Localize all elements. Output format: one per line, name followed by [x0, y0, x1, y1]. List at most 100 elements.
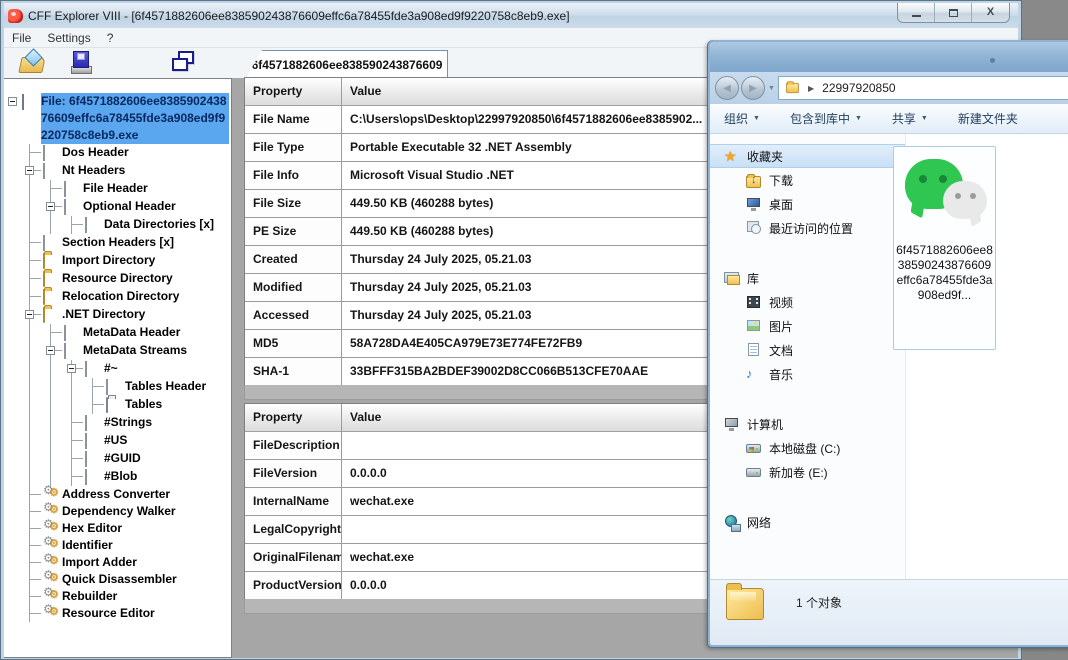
- tree-node-hex-editor[interactable]: ⚙⚙Hex Editor: [43, 520, 229, 537]
- chevron-down-icon: ▼: [921, 115, 928, 122]
- cff-window-title: CFF Explorer VIII - [6f4571882606ee83859…: [28, 9, 570, 23]
- tree-node-rebuilder[interactable]: ⚙⚙Rebuilder: [43, 588, 229, 605]
- cascade-windows-icon[interactable]: [172, 51, 198, 75]
- collapse-icon[interactable]: [46, 202, 55, 211]
- tree-node-file-root[interactable]: File: 6f4571882606ee838590243876609effc6…: [22, 93, 229, 622]
- folder-icon: [786, 83, 799, 93]
- maximize-button[interactable]: [935, 3, 972, 22]
- nav-computer[interactable]: 计算机: [710, 412, 905, 436]
- tree-node-blob-stream[interactable]: #Blob: [85, 468, 229, 486]
- tree-node-tables-header[interactable]: Tables Header: [106, 378, 229, 396]
- nav-pictures[interactable]: 图片: [710, 314, 905, 338]
- table-row-key: ProductVersion: [245, 572, 342, 600]
- back-button[interactable]: ◀: [715, 76, 739, 100]
- tree-node-resource-directory[interactable]: Resource Directory: [43, 270, 229, 288]
- document-tab[interactable]: 6f4571882606ee838590243876609: [246, 50, 448, 78]
- recent-places-icon: [747, 221, 759, 232]
- menu-help[interactable]: ?: [99, 31, 122, 45]
- column-header-property[interactable]: Property: [245, 404, 342, 432]
- nav-local-disk-c[interactable]: 本地磁盘 (C:): [710, 436, 905, 460]
- header-icon: [85, 469, 87, 485]
- tree-node-resource-editor[interactable]: ⚙⚙Resource Editor: [43, 605, 229, 622]
- tree-node-dos-header[interactable]: Dos Header: [43, 144, 229, 162]
- cff-window-controls: X: [897, 3, 1010, 23]
- breadcrumb-arrow-icon[interactable]: ▶: [808, 84, 814, 93]
- save-file-icon[interactable]: [70, 51, 94, 74]
- tree-node-dependency-walker[interactable]: ⚙⚙Dependency Walker: [43, 503, 229, 520]
- tree-node-import-adder[interactable]: ⚙⚙Import Adder: [43, 554, 229, 571]
- history-dropdown-icon[interactable]: ▼: [768, 85, 775, 92]
- tree-node-section-headers[interactable]: Section Headers [x]: [43, 234, 229, 252]
- file-list-view[interactable]: 6f4571882606ee838590243876609effc6a78455…: [907, 134, 1068, 579]
- tree-panel: File: 6f4571882606ee838590243876609effc6…: [4, 78, 232, 658]
- collapse-icon[interactable]: [25, 310, 34, 319]
- column-header-value[interactable]: Value: [342, 404, 713, 432]
- address-bar[interactable]: ▶ 22997920850: [778, 76, 1068, 100]
- table-row-value: wechat.exe: [342, 544, 713, 572]
- horizontal-scrollbar[interactable]: [244, 599, 714, 614]
- wechat-icon: [899, 153, 991, 239]
- tree-node-optional-header[interactable]: Optional Header Data Directories [x]: [64, 198, 229, 234]
- videos-icon: [747, 296, 760, 308]
- tree-node-relocation-directory[interactable]: Relocation Directory: [43, 288, 229, 306]
- breadcrumb-location[interactable]: 22997920850: [822, 81, 895, 95]
- tree-node-tables[interactable]: Tables: [106, 396, 229, 414]
- nav-desktop[interactable]: 桌面: [710, 192, 905, 216]
- open-folder-icon: [106, 397, 108, 413]
- table-row-value: 0.0.0.0: [342, 572, 713, 600]
- nav-network[interactable]: 网络: [710, 510, 905, 534]
- nav-videos[interactable]: 视频: [710, 290, 905, 314]
- tree-node-identifier[interactable]: ⚙⚙Identifier: [43, 537, 229, 554]
- include-in-library-button[interactable]: 包含到库中▼: [790, 110, 862, 127]
- tree-node-label: Section Headers [x]: [62, 234, 174, 251]
- collapse-icon[interactable]: [46, 346, 55, 355]
- close-button[interactable]: X: [972, 3, 1009, 22]
- cff-titlebar[interactable]: CFF Explorer VIII - [6f4571882606ee83859…: [4, 3, 1018, 28]
- table-row-key: FileDescription: [245, 432, 342, 460]
- explorer-titlebar[interactable]: [710, 42, 1068, 72]
- tree-node-import-directory[interactable]: Import Directory: [43, 252, 229, 270]
- nav-favorites[interactable]: ★收藏夹: [710, 144, 905, 168]
- header-icon: [64, 181, 66, 197]
- forward-button[interactable]: ▶: [741, 76, 765, 100]
- organize-button[interactable]: 组织▼: [724, 110, 760, 127]
- nav-libraries[interactable]: 库: [710, 266, 905, 290]
- tree-node-metadata-header[interactable]: MetaData Header: [64, 324, 229, 342]
- tree-node-label: Relocation Directory: [62, 288, 179, 305]
- menu-file[interactable]: File: [4, 31, 39, 45]
- file-properties-table: Property Value File NameC:\Users\ops\Des…: [244, 77, 714, 387]
- tree-node-strings-stream[interactable]: #Strings: [85, 414, 229, 432]
- collapse-icon[interactable]: [25, 166, 34, 175]
- share-button[interactable]: 共享▼: [892, 110, 928, 127]
- new-folder-button[interactable]: 新建文件夹: [958, 110, 1018, 127]
- tree-node-metadata-streams[interactable]: MetaData Streams #~ Tables Header Tables: [64, 342, 229, 486]
- tree-node-dotnet-directory[interactable]: .NET Directory MetaData Header MetaData …: [43, 306, 229, 486]
- computer-icon: [725, 418, 738, 427]
- nav-downloads[interactable]: ↓下载: [710, 168, 905, 192]
- tree-node-guid-stream[interactable]: #GUID: [85, 450, 229, 468]
- nav-recent-places[interactable]: 最近访问的位置: [710, 216, 905, 240]
- desktop: CFF Explorer VIII - [6f4571882606ee83859…: [0, 0, 1068, 660]
- tree-node-nt-headers[interactable]: Nt Headers File Header Optional Header D…: [43, 162, 229, 234]
- file-item-selected[interactable]: 6f4571882606ee838590243876609effc6a78455…: [893, 146, 996, 350]
- tree-node-quick-disassembler[interactable]: ⚙⚙Quick Disassembler: [43, 571, 229, 588]
- navigation-pane: ★收藏夹 ↓下载 桌面 最近访问的位置 库 视频 图片 文档 ♪音乐 计算机 本…: [710, 134, 906, 579]
- tree-node-address-converter[interactable]: ⚙⚙Address Converter: [43, 486, 229, 503]
- minimize-button[interactable]: [898, 3, 935, 22]
- nav-new-volume-e[interactable]: 新加卷 (E:): [710, 460, 905, 484]
- folder-icon: [43, 271, 45, 287]
- collapse-icon[interactable]: [67, 364, 76, 373]
- tree-node-file-header[interactable]: File Header: [64, 180, 229, 198]
- header-icon: [85, 217, 87, 233]
- open-file-icon[interactable]: [20, 51, 46, 73]
- nav-documents[interactable]: 文档: [710, 338, 905, 362]
- collapse-icon[interactable]: [8, 97, 17, 106]
- column-header-property[interactable]: Property: [245, 78, 342, 106]
- horizontal-scrollbar[interactable]: [244, 385, 714, 400]
- tree-node-data-directories[interactable]: Data Directories [x]: [85, 216, 229, 234]
- column-header-value[interactable]: Value: [342, 78, 713, 106]
- nav-music[interactable]: ♪音乐: [710, 362, 905, 386]
- tree-node-tilde-stream[interactable]: #~ Tables Header Tables: [85, 360, 229, 414]
- tree-node-us-stream[interactable]: #US: [85, 432, 229, 450]
- menu-settings[interactable]: Settings: [39, 31, 98, 45]
